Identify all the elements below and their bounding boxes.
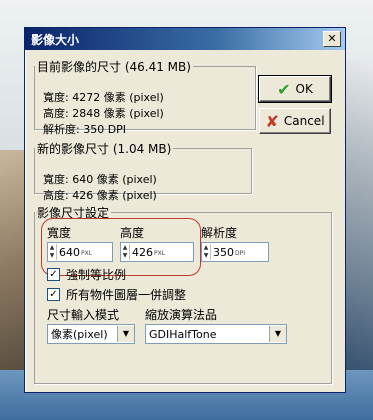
checkbox-checked-icon[interactable]: ✓: [47, 288, 60, 301]
cancel-x-icon: ✘: [265, 111, 279, 131]
spinner-arrows-icon[interactable]: ▲ ▼: [121, 244, 130, 260]
new-height: 高度: 426 像素 (pixel): [43, 189, 157, 202]
new-size-group: 新的影像尺寸 (1.04 MB) 寬度: 640 像素 (pixel) 高度: …: [34, 140, 252, 202]
resolution-label: 解析度: [201, 226, 238, 240]
spinner-arrows-icon[interactable]: ▲ ▼: [48, 244, 57, 260]
keep-ratio-label: 強制等比例: [66, 268, 127, 282]
chevron-down-icon[interactable]: ▼: [117, 326, 134, 342]
current-size-group: 目前影像的尺寸 (46.41 MB) 寬度: 4272 像素 (pixel) 高…: [34, 58, 256, 136]
cancel-button[interactable]: ✘ Cancel: [259, 108, 331, 134]
ok-label: OK: [295, 82, 313, 96]
height-spinner[interactable]: ▲ ▼ 426 PXL: [120, 242, 194, 262]
all-layers-checkbox[interactable]: ✓ 所有物件圖層一併調整: [47, 286, 186, 303]
checkmark-icon: ✔: [277, 79, 291, 99]
resolution-unit: DPI: [235, 250, 246, 257]
new-size-legend: 新的影像尺寸 (1.04 MB): [37, 142, 172, 156]
resolution-spinner[interactable]: ▲ ▼ 350 DPI: [201, 242, 269, 262]
current-width: 寬度: 4272 像素 (pixel): [43, 91, 164, 104]
image-size-dialog: 影像大小 ✕ 目前影像的尺寸 (46.41 MB) 寬度: 4272 像素 (p…: [24, 27, 346, 393]
checkbox-checked-icon[interactable]: ✓: [47, 268, 60, 281]
window-title: 影像大小: [31, 33, 80, 47]
resolution-value: 350: [213, 245, 234, 259]
keep-ratio-checkbox[interactable]: ✓ 強制等比例: [47, 266, 126, 283]
scale-algo-label: 縮放演算法品: [145, 308, 218, 322]
spinner-arrows-icon[interactable]: ▲ ▼: [202, 244, 211, 260]
ok-button[interactable]: ✔ OK: [258, 75, 332, 103]
current-size-legend: 目前影像的尺寸 (46.41 MB): [37, 60, 191, 74]
new-width: 寬度: 640 像素 (pixel): [43, 173, 157, 186]
cancel-label: Cancel: [283, 114, 325, 128]
input-mode-label: 尺寸輸入模式: [47, 308, 120, 322]
close-icon[interactable]: ✕: [323, 31, 341, 47]
chevron-down-icon[interactable]: ▼: [269, 326, 286, 342]
input-mode-value: 像素(pixel): [51, 328, 108, 341]
current-resolution: 解析度: 350 DPI: [43, 123, 127, 136]
width-unit: PXL: [81, 250, 93, 257]
current-height: 高度: 2848 像素 (pixel): [43, 107, 164, 120]
scale-algo-value: GDIHalfTone: [149, 327, 217, 341]
height-value: 426: [132, 245, 153, 259]
input-mode-select[interactable]: 像素(pixel) ▼: [47, 324, 135, 344]
width-label: 寬度: [47, 226, 72, 240]
title-bar[interactable]: 影像大小 ✕: [25, 28, 345, 50]
scale-algo-select[interactable]: GDIHalfTone ▼: [145, 324, 287, 344]
width-value: 640: [59, 245, 80, 259]
height-label: 高度: [120, 226, 145, 240]
height-unit: PXL: [154, 250, 166, 257]
all-layers-label: 所有物件圖層一併調整: [66, 288, 187, 302]
width-spinner[interactable]: ▲ ▼ 640 PXL: [47, 242, 113, 262]
